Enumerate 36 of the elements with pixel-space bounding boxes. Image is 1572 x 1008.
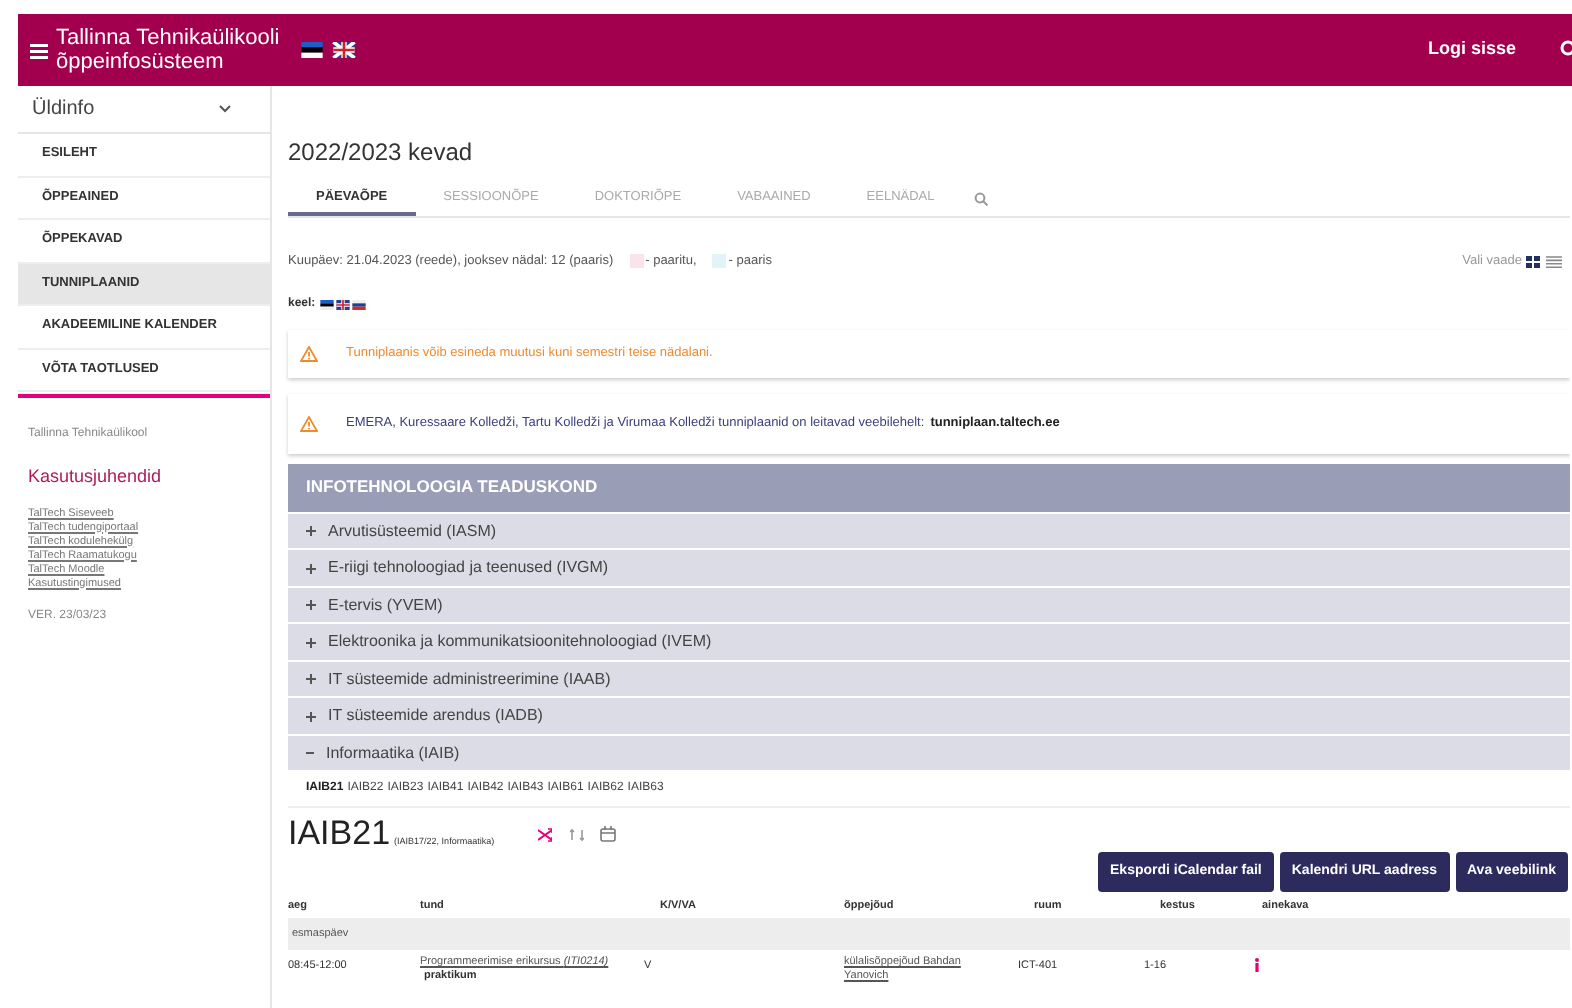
- russian-flag-icon[interactable]: [351, 299, 366, 310]
- menu-icon[interactable]: [30, 41, 48, 59]
- faculty-header: INFOTEHNOLOOGIA TEADUSKOND: [288, 463, 1570, 512]
- estonian-flag-icon[interactable]: [319, 299, 334, 310]
- guides-heading: Kasutusjuhendid: [26, 464, 164, 490]
- section-title[interactable]: Üldinfo: [32, 94, 95, 124]
- grid-view-icon[interactable]: [1526, 255, 1540, 268]
- chevron-down-icon[interactable]: [218, 104, 232, 114]
- plus-icon: [306, 637, 316, 647]
- uk-flag-icon[interactable]: [335, 299, 350, 310]
- page-title: 2022/2023 kevad: [288, 136, 475, 170]
- program-row[interactable]: Arvutisüsteemid (IASM): [288, 513, 1570, 549]
- program-row[interactable]: E-tervis (YVEM): [288, 587, 1570, 623]
- swap-icon[interactable]: [570, 828, 585, 843]
- plus-icon: [306, 526, 316, 536]
- login-link[interactable]: Logi sisse: [1427, 36, 1516, 64]
- plus-icon: [306, 711, 316, 721]
- warning-icon: [300, 345, 318, 362]
- site-title[interactable]: Tallinna Tehnikaülikooli õppeinfosüsteem: [56, 26, 280, 74]
- calendar-icon[interactable]: [600, 826, 617, 843]
- estonian-flag-icon[interactable]: [300, 42, 324, 58]
- warning-icon: [300, 415, 318, 432]
- info-icon[interactable]: [1254, 958, 1260, 973]
- group-title: IAIB21: [288, 816, 391, 853]
- program-row[interactable]: Elektroonika ja kommunikatsioonitehnoloogiad (IVEM): [288, 624, 1570, 660]
- uk-flag-icon[interactable]: [332, 42, 356, 58]
- program-row[interactable]: Informaatika (IAIB): [288, 735, 1570, 771]
- list-view-icon[interactable]: [1546, 255, 1562, 268]
- minus-icon: [306, 752, 314, 754]
- plus-icon: [306, 600, 316, 610]
- program-row[interactable]: IT süsteemide administreerimine (IAAB): [288, 661, 1570, 697]
- plus-icon: [306, 563, 316, 573]
- program-row[interactable]: IT süsteemide arendus (IADB): [288, 698, 1570, 734]
- program-row[interactable]: E-riigi tehnoloogiad ja teenused (IVGM): [288, 550, 1570, 586]
- plus-icon: [306, 674, 316, 684]
- shuffle-icon[interactable]: [538, 828, 553, 843]
